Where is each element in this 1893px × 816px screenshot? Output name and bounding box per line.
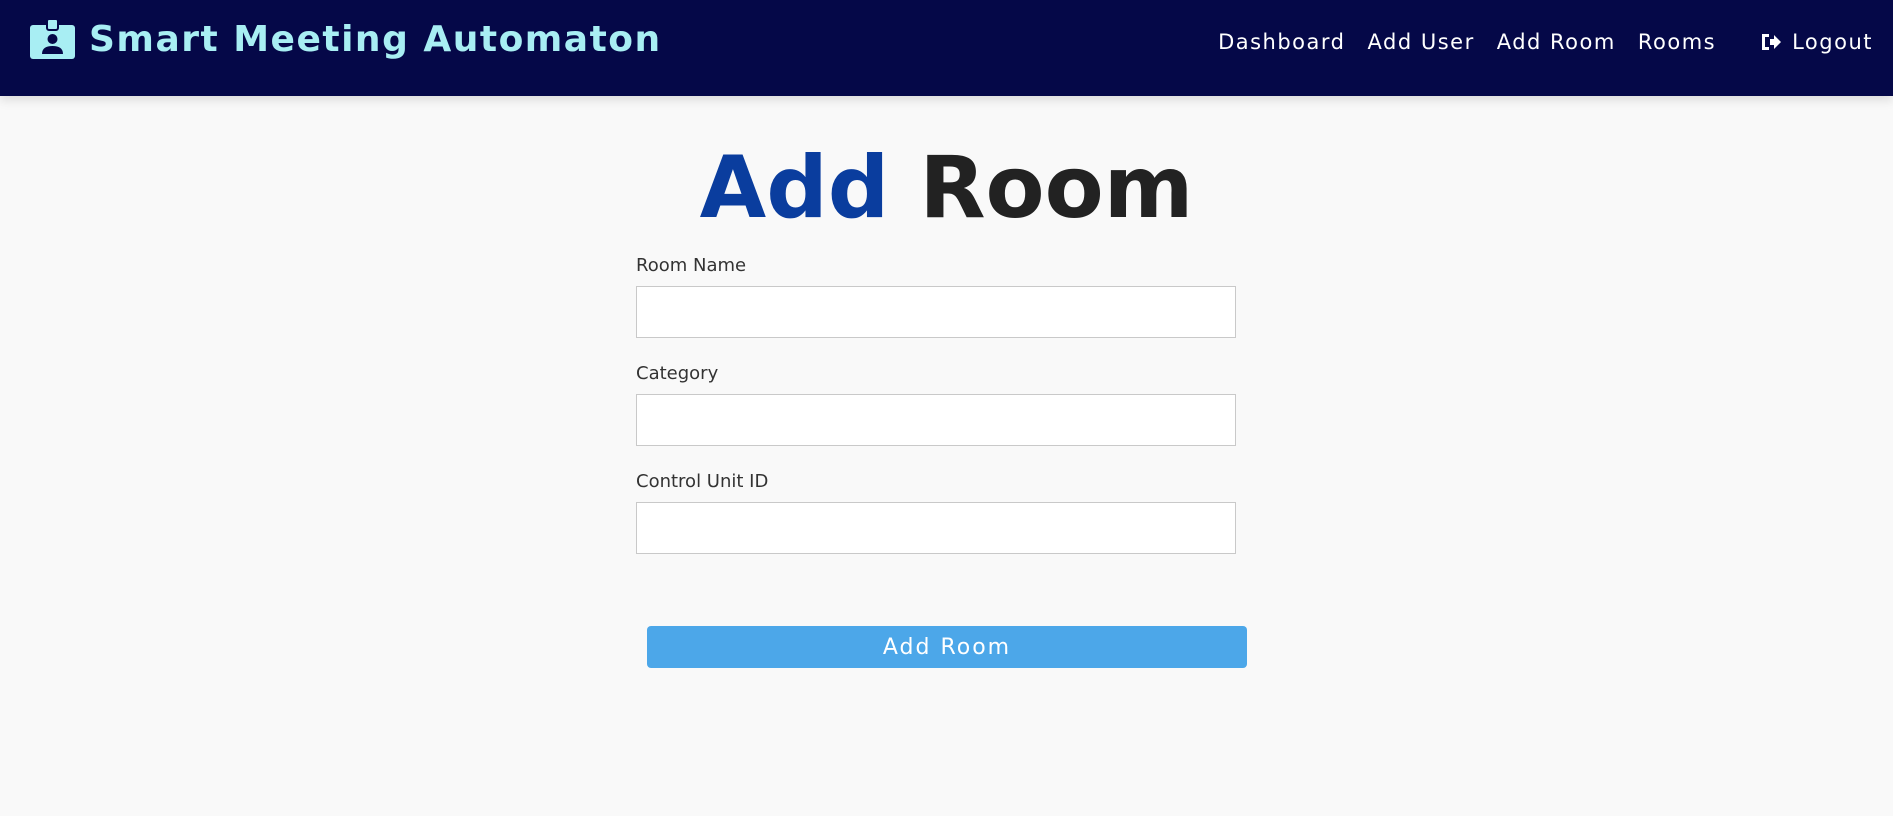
nav-add-user[interactable]: Add User xyxy=(1368,30,1475,54)
page-title-accent: Add xyxy=(699,138,890,238)
logout-link[interactable]: Logout xyxy=(1760,30,1873,54)
add-room-button[interactable]: Add Room xyxy=(647,626,1247,668)
nav-add-room[interactable]: Add Room xyxy=(1497,30,1616,54)
page-title-rest: Room xyxy=(919,138,1194,238)
room-name-input[interactable] xyxy=(636,286,1236,338)
category-label: Category xyxy=(636,363,719,384)
control-unit-id-group: Control Unit ID xyxy=(636,470,1236,554)
room-name-group: Room Name xyxy=(636,254,1236,338)
nav-rooms[interactable]: Rooms xyxy=(1638,30,1716,54)
nav-links: Dashboard Add User Add Room Rooms Logout xyxy=(1196,30,1873,54)
sign-out-icon xyxy=(1762,34,1782,50)
room-name-label: Room Name xyxy=(636,255,747,276)
top-navbar: Smart Meeting Automaton Dashboard Add Us… xyxy=(0,0,1893,96)
control-unit-id-label: Control Unit ID xyxy=(636,471,769,492)
nav-dashboard[interactable]: Dashboard xyxy=(1218,30,1345,54)
page-title: Add Room xyxy=(0,138,1893,238)
control-unit-id-input[interactable] xyxy=(636,502,1236,554)
logout-label: Logout xyxy=(1792,30,1873,54)
brand-link[interactable]: Smart Meeting Automaton xyxy=(30,16,662,62)
category-input[interactable] xyxy=(636,394,1236,446)
add-room-form: Room Name Category Control Unit ID xyxy=(636,254,1236,578)
brand-title: Smart Meeting Automaton xyxy=(89,18,662,60)
id-badge-icon xyxy=(30,19,75,59)
category-group: Category xyxy=(636,362,1236,446)
